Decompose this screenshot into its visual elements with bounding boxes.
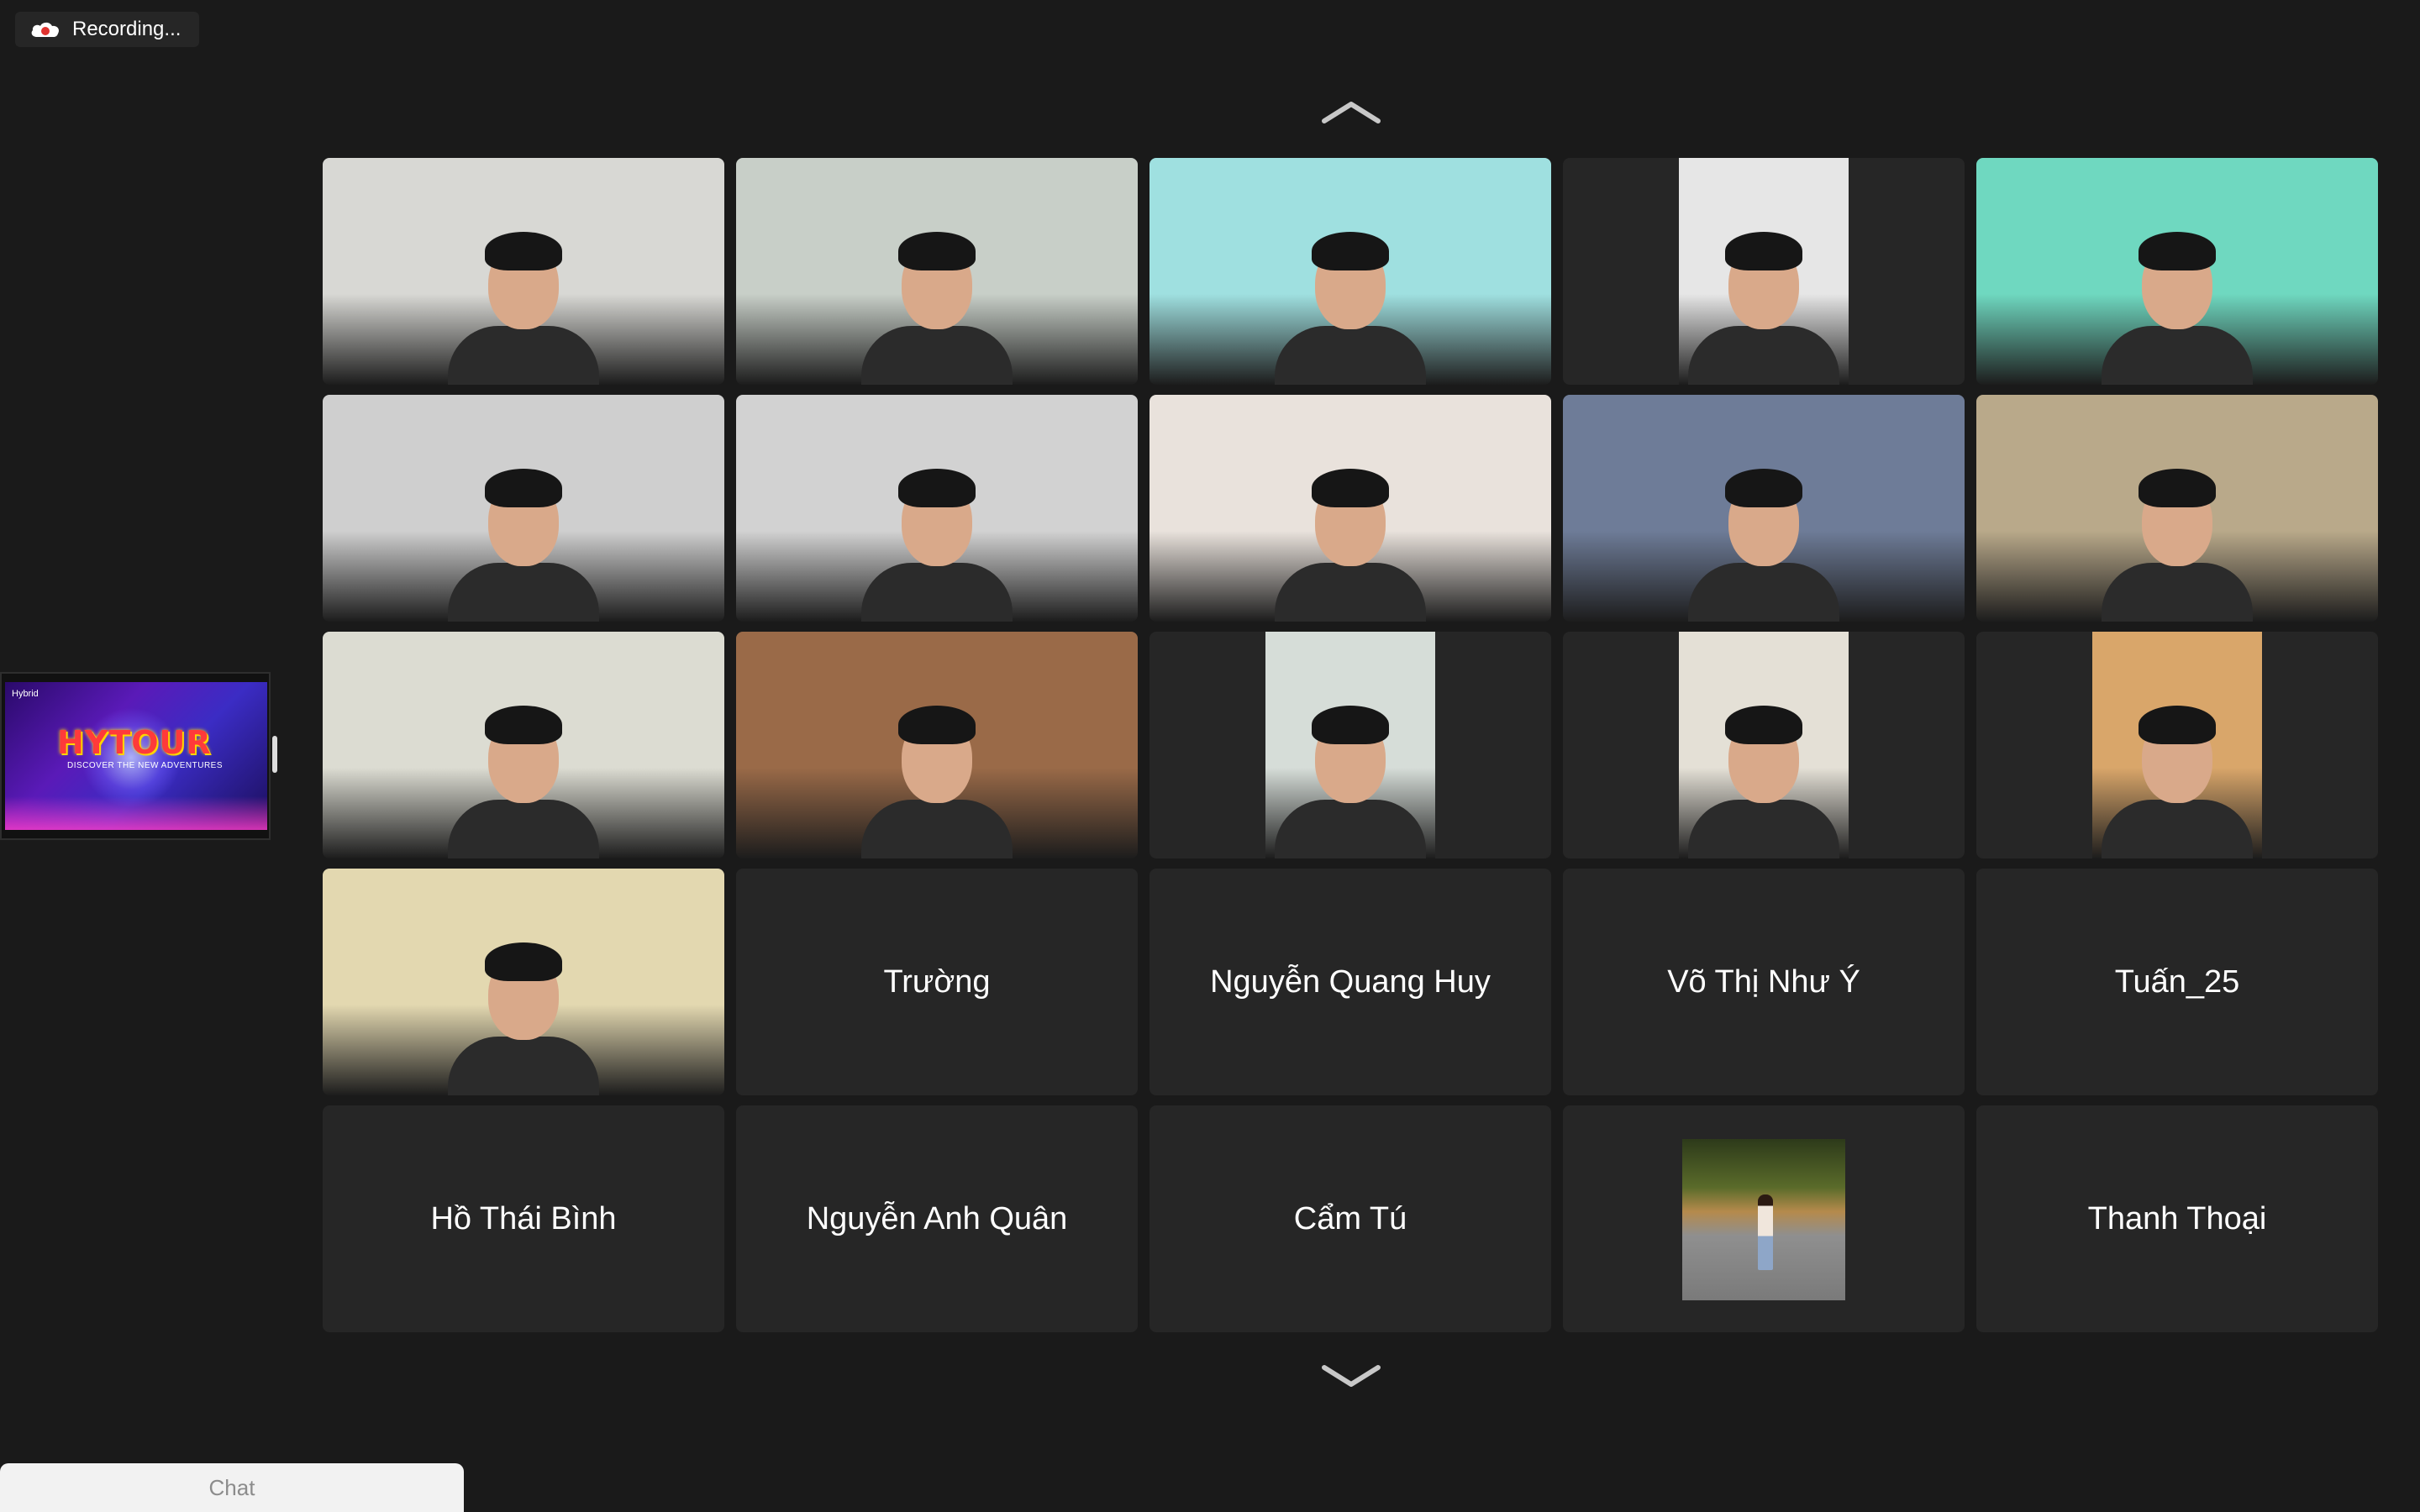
participant-figure [2092,632,2262,858]
video-feed [323,869,724,1095]
video-feed [2092,632,2262,858]
participant-tile[interactable] [736,158,1138,385]
participant-figure [323,395,724,622]
participant-figure [736,158,1138,385]
page-up-button[interactable] [1318,96,1385,129]
video-feed [1563,395,1965,622]
shared-screen-content: Hybrid HYTOUR DISCOVER THE NEW ADVENTURE… [5,682,267,830]
participant-name: Nguyễn Anh Quân [806,1200,1068,1236]
video-feed [736,632,1138,858]
participant-tile[interactable]: Cẩm Tú [1150,1105,1551,1332]
chevron-up-icon [1322,102,1381,123]
shared-screen-thumbnail[interactable]: Hybrid HYTOUR DISCOVER THE NEW ADVENTURE… [0,672,271,840]
shared-subtitle: DISCOVER THE NEW ADVENTURES [67,761,224,770]
participant-figure [736,632,1138,858]
participant-figure [1150,395,1551,622]
participant-tile[interactable] [1563,632,1965,858]
video-feed [1679,632,1849,858]
meeting-window: Recording... Hybrid HYTOUR DISCOVER THE … [0,0,2420,1512]
shared-brand: Hybrid [12,689,39,699]
participant-figure [323,869,724,1095]
profile-photo [1682,1139,1845,1300]
participant-tile[interactable] [1563,158,1965,385]
participant-tile[interactable] [1976,632,2378,858]
ground-graphic [5,796,267,830]
cloud-record-icon [29,18,62,40]
participant-figure [1563,395,1965,622]
participant-tile[interactable] [1976,158,2378,385]
video-feed [1150,395,1551,622]
participant-grid: Trường Nguyễn Quang Huy Võ Thị Như Ý Tuấn_2… [323,158,2381,1332]
shared-title: HYTOUR [57,724,212,761]
participant-name: Cẩm Tú [1293,1200,1407,1236]
participant-tile[interactable] [1150,158,1551,385]
video-feed [1150,158,1551,385]
participant-tile[interactable]: Thanh Thoại [1976,1105,2378,1332]
video-feed [736,395,1138,622]
video-feed [1976,158,2378,385]
participant-figure [1976,395,2378,622]
recording-indicator[interactable]: Recording... [15,12,200,47]
chevron-down-icon [1322,1365,1381,1387]
participant-tile[interactable]: Nguyễn Quang Huy [1150,869,1551,1095]
participant-tile[interactable] [736,632,1138,858]
participant-tile[interactable] [323,632,724,858]
participant-tile[interactable] [323,395,724,622]
video-feed [1679,158,1849,385]
participant-tile[interactable] [323,869,724,1095]
participant-name: Võ Thị Như Ý [1667,963,1860,1000]
participant-figure [1150,158,1551,385]
participant-name: Tuấn_25 [2114,963,2240,1000]
chat-button[interactable]: Chat [0,1463,464,1512]
participant-tile[interactable] [323,158,724,385]
participant-tile[interactable] [736,395,1138,622]
photo-person [1758,1194,1773,1270]
participant-name: Trường [883,963,991,1000]
resize-handle[interactable] [272,736,277,773]
video-feed [736,158,1138,385]
participant-tile[interactable] [1976,395,2378,622]
participant-tile[interactable]: Tuấn_25 [1976,869,2378,1095]
video-feed [1265,632,1435,858]
participant-figure [736,395,1138,622]
video-feed [1976,395,2378,622]
participant-tile[interactable] [1563,395,1965,622]
participant-figure [1976,158,2378,385]
participant-name: Nguyễn Quang Huy [1210,963,1491,1000]
recording-label: Recording... [72,18,182,40]
participant-tile[interactable]: Võ Thị Như Ý [1563,869,1965,1095]
video-feed [323,395,724,622]
participant-figure [1265,632,1435,858]
participant-tile[interactable] [1150,632,1551,858]
chat-label: Chat [208,1474,255,1500]
participant-name: Hồ Thái Bình [430,1200,617,1236]
participant-tile[interactable]: Nguyễn Anh Quân [736,1105,1138,1332]
participant-tile[interactable]: Trường [736,869,1138,1095]
participant-name: Thanh Thoại [2087,1200,2267,1236]
participant-tile[interactable] [1563,1105,1965,1332]
participant-figure [323,632,724,858]
participant-tile[interactable]: Hồ Thái Bình [323,1105,724,1332]
participant-figure [1679,632,1849,858]
participant-figure [323,158,724,385]
video-feed [323,632,724,858]
video-feed [323,158,724,385]
participant-tile[interactable] [1150,395,1551,622]
participant-figure [1679,158,1849,385]
page-down-button[interactable] [1318,1359,1385,1393]
